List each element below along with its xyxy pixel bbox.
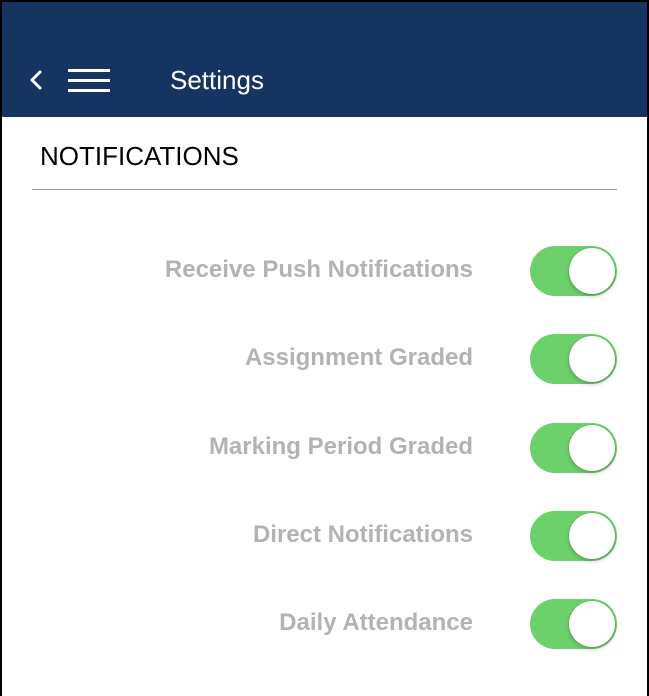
toggle-knob: [569, 425, 615, 471]
setting-label: Receive Push Notifications: [164, 256, 473, 283]
toggle-knob: [569, 336, 615, 382]
toggle-knob: [569, 248, 615, 294]
toggle-knob: [569, 513, 615, 559]
page-title: Settings: [170, 65, 264, 95]
section-divider: [32, 189, 617, 190]
assignment-graded-toggle[interactable]: [530, 334, 617, 384]
receive-push-toggle[interactable]: [530, 246, 617, 296]
marking-period-graded-toggle[interactable]: [530, 423, 617, 473]
setting-label: Direct Notifications: [252, 521, 473, 548]
setting-row-direct-notifications: Direct Notifications: [2, 505, 647, 565]
hamburger-menu-icon: [68, 69, 110, 92]
setting-row-marking-period-graded: Marking Period Graded: [2, 417, 647, 477]
setting-label: Daily Attendance: [279, 609, 473, 636]
setting-label: Marking Period Graded: [208, 433, 473, 460]
toggle-knob: [569, 601, 615, 647]
section-title: NOTIFICATIONS: [40, 141, 239, 171]
settings-screen: Settings NOTIFICATIONS Receive Push Noti…: [0, 0, 649, 696]
setting-row-assignment-graded: Assignment Graded: [2, 328, 647, 388]
setting-label: Assignment Graded: [244, 344, 473, 371]
chevron-left-icon: [30, 70, 42, 90]
setting-row-receive-push: Receive Push Notifications: [2, 240, 647, 300]
back-button[interactable]: [28, 66, 44, 94]
navigation-bar: Settings: [2, 2, 647, 117]
menu-button[interactable]: [68, 68, 110, 94]
daily-attendance-toggle[interactable]: [530, 599, 617, 649]
direct-notifications-toggle[interactable]: [530, 511, 617, 561]
setting-row-daily-attendance: Daily Attendance: [2, 593, 647, 653]
